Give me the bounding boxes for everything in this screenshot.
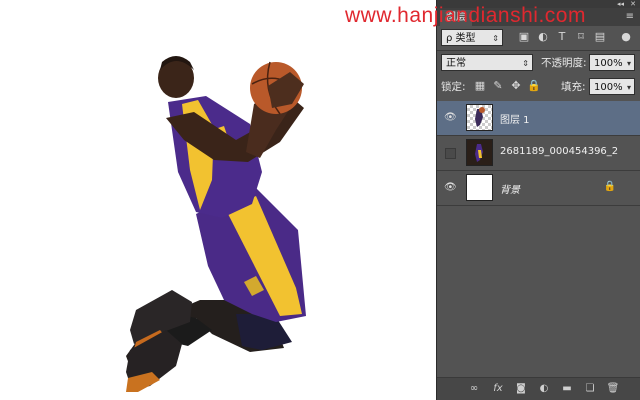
close-panel-icon[interactable]: ✕ xyxy=(630,0,636,8)
chevron-down-icon: ⇕ xyxy=(492,34,499,43)
opacity-field[interactable]: 100% ▾ xyxy=(589,54,635,71)
layers-bottom-toolbar: ∞ fx ◙ ◐ ▬ ❏ 🗑 xyxy=(437,377,640,400)
layer-row[interactable]: 2681189_000454396_2 xyxy=(437,136,640,171)
layer-name[interactable]: 背景 xyxy=(500,181,520,196)
new-layer-icon[interactable]: ❏ xyxy=(583,382,597,396)
layers-panel: ◂◂ ✕ 图层 ≡ ρ 类型 ⇕ ▣ ◐ T ⌑ ▤ ● 正常 ⇕ 不透明度: … xyxy=(436,0,640,400)
fx-icon[interactable]: fx xyxy=(491,382,505,396)
collapse-panel-icon[interactable]: ◂◂ xyxy=(617,0,624,8)
link-layers-icon[interactable]: ∞ xyxy=(467,382,481,396)
image-filter-icon[interactable]: ▣ xyxy=(517,30,531,44)
layer-name[interactable]: 2681189_000454396_2 xyxy=(500,146,618,157)
opacity-value: 100% xyxy=(594,58,623,69)
shape-filter-icon[interactable]: ⌑ xyxy=(574,30,588,44)
eye-icon[interactable]: 👁 xyxy=(444,112,457,124)
chevron-down-icon: ▾ xyxy=(626,59,631,68)
layer-thumbnail xyxy=(466,104,493,131)
blend-row: 正常 ⇕ 不透明度: 100% ▾ xyxy=(437,51,640,75)
filter-kind-label: ρ 类型 xyxy=(446,33,476,44)
lock-transparent-icon[interactable]: ▦ xyxy=(473,79,487,93)
lock-label: 锁定: xyxy=(441,81,466,93)
lock-image-icon[interactable]: ✎ xyxy=(491,79,505,93)
layer-thumbnail xyxy=(466,139,493,166)
fill-value: 100% xyxy=(594,82,623,93)
document-canvas[interactable] xyxy=(0,0,436,400)
layer-thumbnail xyxy=(466,174,493,201)
lock-position-icon[interactable]: ✥ xyxy=(509,79,523,93)
delete-layer-icon[interactable]: 🗑 xyxy=(606,382,620,396)
smart-object-filter-icon[interactable]: ▤ xyxy=(593,30,607,44)
lock-icon: 🔒 xyxy=(603,181,616,192)
lock-all-icon[interactable]: 🔒 xyxy=(527,79,541,93)
fill-label: 填充: xyxy=(561,81,586,93)
filter-toggle-icon[interactable]: ● xyxy=(619,30,633,44)
fill-field[interactable]: 100% ▾ xyxy=(589,78,635,95)
layer-name[interactable]: 图层 1 xyxy=(500,111,530,126)
layer-row[interactable]: 👁 图层 1 xyxy=(437,101,640,136)
blend-mode-value: 正常 xyxy=(446,58,466,69)
watermark-text: www.hanjiandianshi.com xyxy=(345,4,586,27)
adjustment-filter-icon[interactable]: ◐ xyxy=(536,30,550,44)
panel-menu-icon[interactable]: ≡ xyxy=(626,11,634,22)
chevron-down-icon: ⇕ xyxy=(522,59,529,68)
lock-row: 锁定: ▦ ✎ ✥ 🔒 填充: 100% ▾ xyxy=(437,75,640,99)
opacity-label: 不透明度: xyxy=(541,57,587,69)
new-group-icon[interactable]: ▬ xyxy=(560,382,574,396)
layer-row[interactable]: 👁 背景 🔒 xyxy=(437,171,640,206)
visibility-toggle[interactable] xyxy=(445,148,456,159)
filter-row: ρ 类型 ⇕ ▣ ◐ T ⌑ ▤ ● xyxy=(437,26,640,50)
basketball-player-image xyxy=(126,56,306,392)
blend-mode-dropdown[interactable]: 正常 ⇕ xyxy=(441,54,533,71)
type-filter-icon[interactable]: T xyxy=(555,30,569,44)
filter-kind-dropdown[interactable]: ρ 类型 ⇕ xyxy=(441,29,503,46)
eye-icon[interactable]: 👁 xyxy=(444,182,457,194)
chevron-down-icon: ▾ xyxy=(626,83,631,92)
add-mask-icon[interactable]: ◙ xyxy=(514,382,528,396)
layers-list: 👁 图层 1 2681189_000454396_2 👁 背景 🔒 xyxy=(437,101,640,206)
adjustment-layer-icon[interactable]: ◐ xyxy=(537,382,551,396)
